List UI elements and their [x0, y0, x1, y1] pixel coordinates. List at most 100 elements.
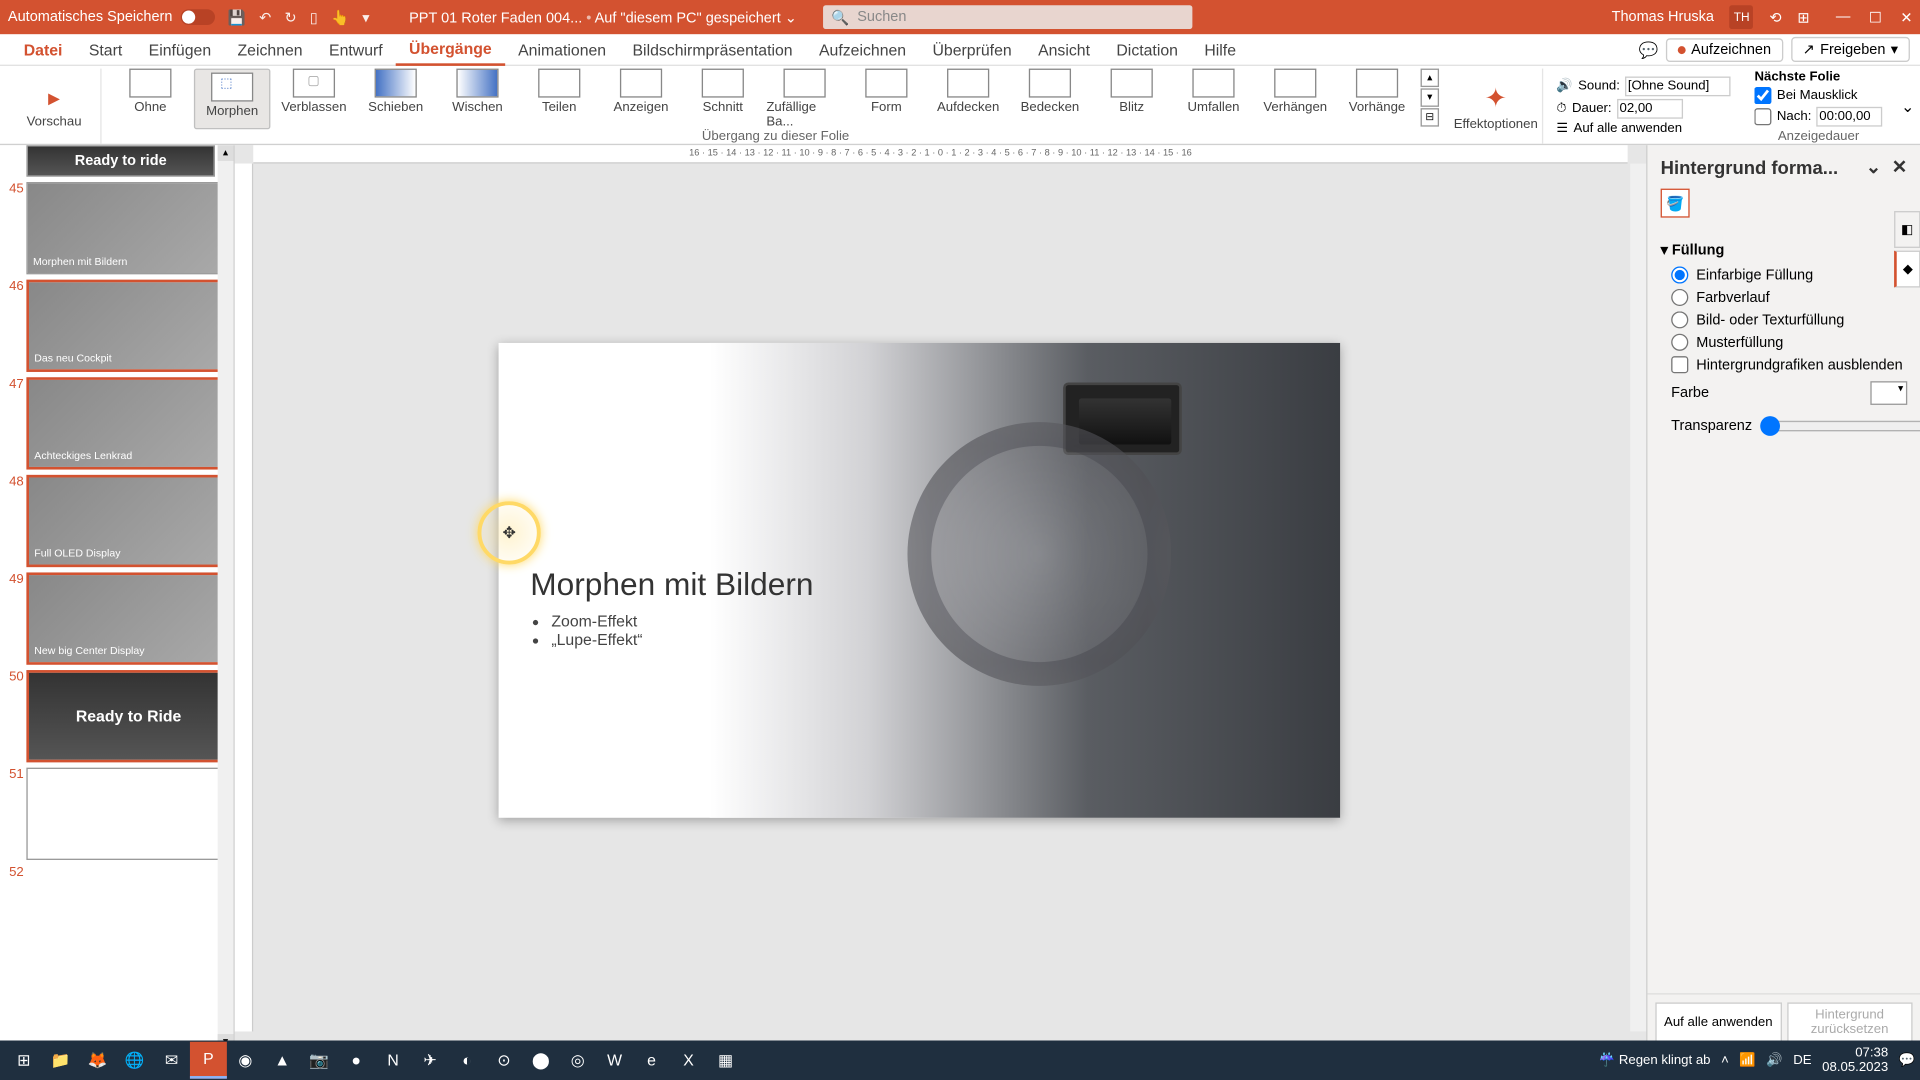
maximize-button[interactable]: ☐	[1869, 9, 1882, 26]
app-icon-5[interactable]: ◐	[448, 1042, 485, 1079]
sync-icon[interactable]: ⟲	[1769, 9, 1781, 26]
thumb-51[interactable]	[26, 768, 230, 860]
user-name[interactable]: Thomas Hruska	[1612, 9, 1714, 25]
tab-animationen[interactable]: Animationen	[505, 35, 619, 64]
save-icon[interactable]: 💾	[228, 9, 246, 26]
side-tab-1[interactable]: ◧	[1894, 211, 1920, 248]
transition-bedecken[interactable]: Bedecken	[1012, 69, 1089, 130]
app-icon-3[interactable]: 📷	[301, 1042, 338, 1079]
tab-einfuegen[interactable]: Einfügen	[135, 35, 224, 64]
picture-fill-radio[interactable]: Bild- oder Texturfüllung	[1661, 309, 1908, 331]
clock[interactable]: 07:38 08.05.2023	[1822, 1046, 1888, 1075]
transition-schnitt[interactable]: Schnitt	[685, 69, 762, 130]
tab-start[interactable]: Start	[76, 35, 136, 64]
transition-schieben[interactable]: Schieben	[357, 69, 434, 130]
app-icon-6[interactable]: ⊙	[485, 1042, 522, 1079]
qat-dropdown-icon[interactable]: ▾	[362, 9, 369, 26]
after-input[interactable]	[1817, 106, 1883, 126]
tab-aufzeichnen[interactable]: Aufzeichnen	[806, 35, 919, 64]
duration-input[interactable]	[1617, 99, 1683, 119]
app-icon-7[interactable]: ◎	[559, 1042, 596, 1079]
apply-all-button[interactable]: Auf alle anwenden	[1574, 121, 1683, 136]
redo-icon[interactable]: ↻	[284, 9, 296, 26]
transition-aufdecken[interactable]: Aufdecken	[930, 69, 1007, 130]
tab-entwurf[interactable]: Entwurf	[316, 35, 396, 64]
transition-wischen[interactable]: Wischen	[439, 69, 516, 130]
pattern-fill-radio[interactable]: Musterfüllung	[1661, 331, 1908, 353]
pane-close-icon[interactable]: ✕	[1892, 156, 1907, 178]
slide-bullets[interactable]: Zoom-Effekt „Lupe-Effekt“	[530, 612, 642, 649]
record-button[interactable]: Aufzeichnen	[1666, 38, 1783, 62]
tab-dictation[interactable]: Dictation	[1103, 35, 1191, 64]
transition-anzeigen[interactable]: Anzeigen	[603, 69, 680, 130]
slide-title[interactable]: Morphen mit Bildern	[530, 567, 813, 604]
transition-form[interactable]: Form	[848, 69, 925, 130]
app-icon-1[interactable]: ◉	[227, 1042, 264, 1079]
user-avatar[interactable]: TH	[1730, 5, 1754, 29]
obs-icon[interactable]: ⬤	[522, 1042, 559, 1079]
tray-chevron-icon[interactable]: ˄	[1721, 1053, 1729, 1068]
autosave-toggle[interactable]	[180, 9, 214, 25]
chrome-icon[interactable]: 🌐	[116, 1042, 153, 1079]
transition-zufaellige[interactable]: Zufällige Ba...	[766, 69, 843, 130]
after-checkbox[interactable]	[1754, 107, 1771, 124]
gallery-expand[interactable]: ▴▾⊟	[1421, 69, 1439, 130]
fill-section-header[interactable]: ▾ Füllung	[1661, 236, 1908, 264]
telegram-icon[interactable]: ✈	[412, 1042, 449, 1079]
tab-ansicht[interactable]: Ansicht	[1025, 35, 1103, 64]
tab-uebergaenge[interactable]: Übergänge	[396, 34, 505, 66]
tab-bildschirmpraesentation[interactable]: Bildschirmpräsentation	[619, 35, 805, 64]
thumb-47[interactable]: Achteckiges Lenkrad	[26, 377, 230, 469]
slide-thumbnails[interactable]: Ready to ride 45Morphen mit Bildern 46Da…	[0, 145, 235, 1050]
transition-umfallen[interactable]: Umfallen	[1175, 69, 1252, 130]
thumb-48[interactable]: Full OLED Display	[26, 475, 230, 567]
firefox-icon[interactable]: 🦊	[79, 1042, 116, 1079]
wifi-icon[interactable]: 📶	[1739, 1053, 1755, 1068]
touch-icon[interactable]: 👆	[331, 9, 349, 26]
fill-tab-icon[interactable]: 🪣	[1661, 189, 1690, 218]
transition-vorhaenge[interactable]: Vorhänge	[1339, 69, 1416, 130]
transition-teilen[interactable]: Teilen	[521, 69, 598, 130]
edge-icon[interactable]: e	[633, 1042, 670, 1079]
close-button[interactable]: ✕	[1900, 9, 1912, 26]
outlook-icon[interactable]: ✉	[153, 1042, 190, 1079]
volume-icon[interactable]: 🔊	[1766, 1053, 1782, 1068]
app-icon[interactable]: ⊞	[1797, 9, 1809, 26]
language-indicator[interactable]: DE	[1793, 1053, 1811, 1068]
on-click-checkbox[interactable]	[1754, 86, 1771, 103]
share-button[interactable]: ↗Freigeben▾	[1791, 37, 1910, 62]
minimize-button[interactable]: —	[1836, 9, 1851, 26]
thumb-50[interactable]: Ready to Ride	[26, 670, 230, 762]
transparency-slider[interactable]	[1760, 415, 1920, 436]
thumb-49[interactable]: New big Center Display	[26, 572, 230, 664]
excel-icon[interactable]: X	[670, 1042, 707, 1079]
thumb-46[interactable]: Das neu Cockpit	[26, 280, 230, 372]
hide-bg-checkbox[interactable]: Hintergrundgrafiken ausblenden	[1661, 353, 1908, 375]
fill-color-picker[interactable]	[1870, 381, 1907, 405]
gradient-fill-radio[interactable]: Farbverlauf	[1661, 286, 1908, 308]
app-icon-2[interactable]: ▲	[264, 1042, 301, 1079]
explorer-icon[interactable]: 📁	[42, 1042, 79, 1079]
solid-fill-radio[interactable]: Einfarbige Füllung	[1661, 264, 1908, 286]
start-button[interactable]: ⊞	[5, 1042, 42, 1079]
onenote-icon[interactable]: N	[375, 1042, 412, 1079]
thumbnail-scrollbar[interactable]: ▴ ▾	[218, 145, 234, 1050]
effect-options-button[interactable]: ✦ Effektoptionen	[1457, 81, 1534, 131]
powerpoint-icon[interactable]: P	[190, 1042, 227, 1079]
transition-blitz[interactable]: Blitz	[1093, 69, 1170, 130]
undo-icon[interactable]: ↶	[259, 9, 271, 26]
preview-button[interactable]: ▸ Vorschau	[16, 84, 93, 129]
notifications-icon[interactable]: 💬	[1899, 1053, 1915, 1068]
transition-ohne[interactable]: Ohne	[112, 69, 189, 130]
vertical-scrollbar[interactable]	[1630, 164, 1646, 1032]
tab-ueberpruefen[interactable]: Überprüfen	[919, 35, 1025, 64]
tab-zeichnen[interactable]: Zeichnen	[224, 35, 316, 64]
transition-verhaengen[interactable]: Verhängen	[1257, 69, 1334, 130]
chevron-down-icon[interactable]: ⌄	[785, 10, 797, 26]
transition-verblassen[interactable]: Verblassen	[276, 69, 353, 130]
slide-canvas[interactable]: ✥ Morphen mit Bildern Zoom-Effekt „Lupe-…	[499, 343, 1341, 818]
present-icon[interactable]: ▯	[310, 9, 318, 26]
slide-edit-area[interactable]: 16 · 15 · 14 · 13 · 12 · 11 · 10 · 9 · 8…	[235, 145, 1646, 1050]
pane-options-icon[interactable]: ⌄	[1866, 156, 1881, 178]
app-icon-4[interactable]: ●	[338, 1042, 375, 1079]
